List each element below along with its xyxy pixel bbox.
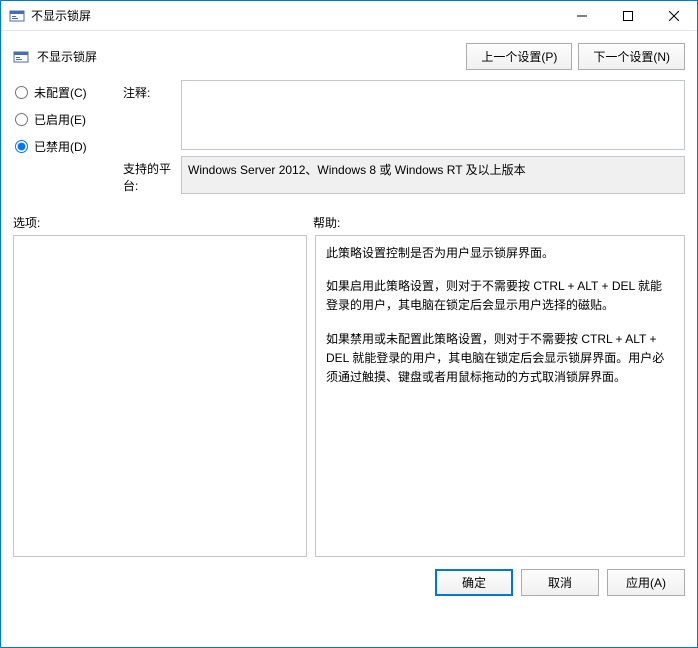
help-panel: 此策略设置控制是否为用户显示锁屏界面。 如果启用此策略设置，则对于不需要按 CT… [315,235,685,557]
fields-column: 注释: 支持的平台: Windows Server 2012、Windows 8… [123,80,685,200]
comment-row: 注释: [123,80,685,150]
radio-disabled-input[interactable] [15,140,28,153]
comment-input[interactable] [181,80,685,150]
help-paragraph: 如果禁用或未配置此策略设置，则对于不需要按 CTRL + ALT + DEL 就… [326,330,674,388]
policy-title: 不显示锁屏 [37,48,466,65]
policy-icon [13,49,29,65]
platform-row: 支持的平台: Windows Server 2012、Windows 8 或 W… [123,156,685,194]
radio-disabled-label[interactable]: 已禁用(D) [34,138,87,155]
window-title: 不显示锁屏 [31,7,559,24]
comment-label: 注释: [123,80,181,150]
cancel-button[interactable]: 取消 [521,569,599,596]
help-paragraph: 如果启用此策略设置，则对于不需要按 CTRL + ALT + DEL 就能登录的… [326,277,674,315]
apply-button[interactable]: 应用(A) [607,569,685,596]
platform-label: 支持的平台: [123,156,181,194]
radio-not-configured-input[interactable] [15,86,28,99]
ok-button[interactable]: 确定 [435,569,513,596]
radio-enabled-input[interactable] [15,113,28,126]
titlebar: 不显示锁屏 [1,1,697,31]
options-label: 选项: [13,214,313,231]
radio-disabled[interactable]: 已禁用(D) [13,138,123,155]
config-section: 未配置(C) 已启用(E) 已禁用(D) 注释: 支持的平台: Windows … [1,70,697,200]
footer: 确定 取消 应用(A) [1,557,697,608]
radio-group: 未配置(C) 已启用(E) 已禁用(D) [13,80,123,200]
previous-setting-button[interactable]: 上一个设置(P) [466,43,572,70]
minimize-button[interactable] [559,1,605,30]
section-labels: 选项: 帮助: [1,200,697,235]
next-setting-button[interactable]: 下一个设置(N) [578,43,685,70]
app-icon [9,8,25,24]
radio-not-configured[interactable]: 未配置(C) [13,84,123,101]
platform-value: Windows Server 2012、Windows 8 或 Windows … [181,156,685,194]
help-paragraph: 此策略设置控制是否为用户显示锁屏界面。 [326,244,674,263]
options-panel [13,235,307,557]
maximize-button[interactable] [605,1,651,30]
radio-not-configured-label[interactable]: 未配置(C) [34,84,87,101]
window-controls [559,1,697,30]
radio-enabled-label[interactable]: 已启用(E) [34,111,86,128]
header: 不显示锁屏 上一个设置(P) 下一个设置(N) [1,31,697,70]
nav-buttons: 上一个设置(P) 下一个设置(N) [466,43,685,70]
panels: 此策略设置控制是否为用户显示锁屏界面。 如果启用此策略设置，则对于不需要按 CT… [1,235,697,557]
close-button[interactable] [651,1,697,30]
radio-enabled[interactable]: 已启用(E) [13,111,123,128]
help-label: 帮助: [313,214,685,231]
